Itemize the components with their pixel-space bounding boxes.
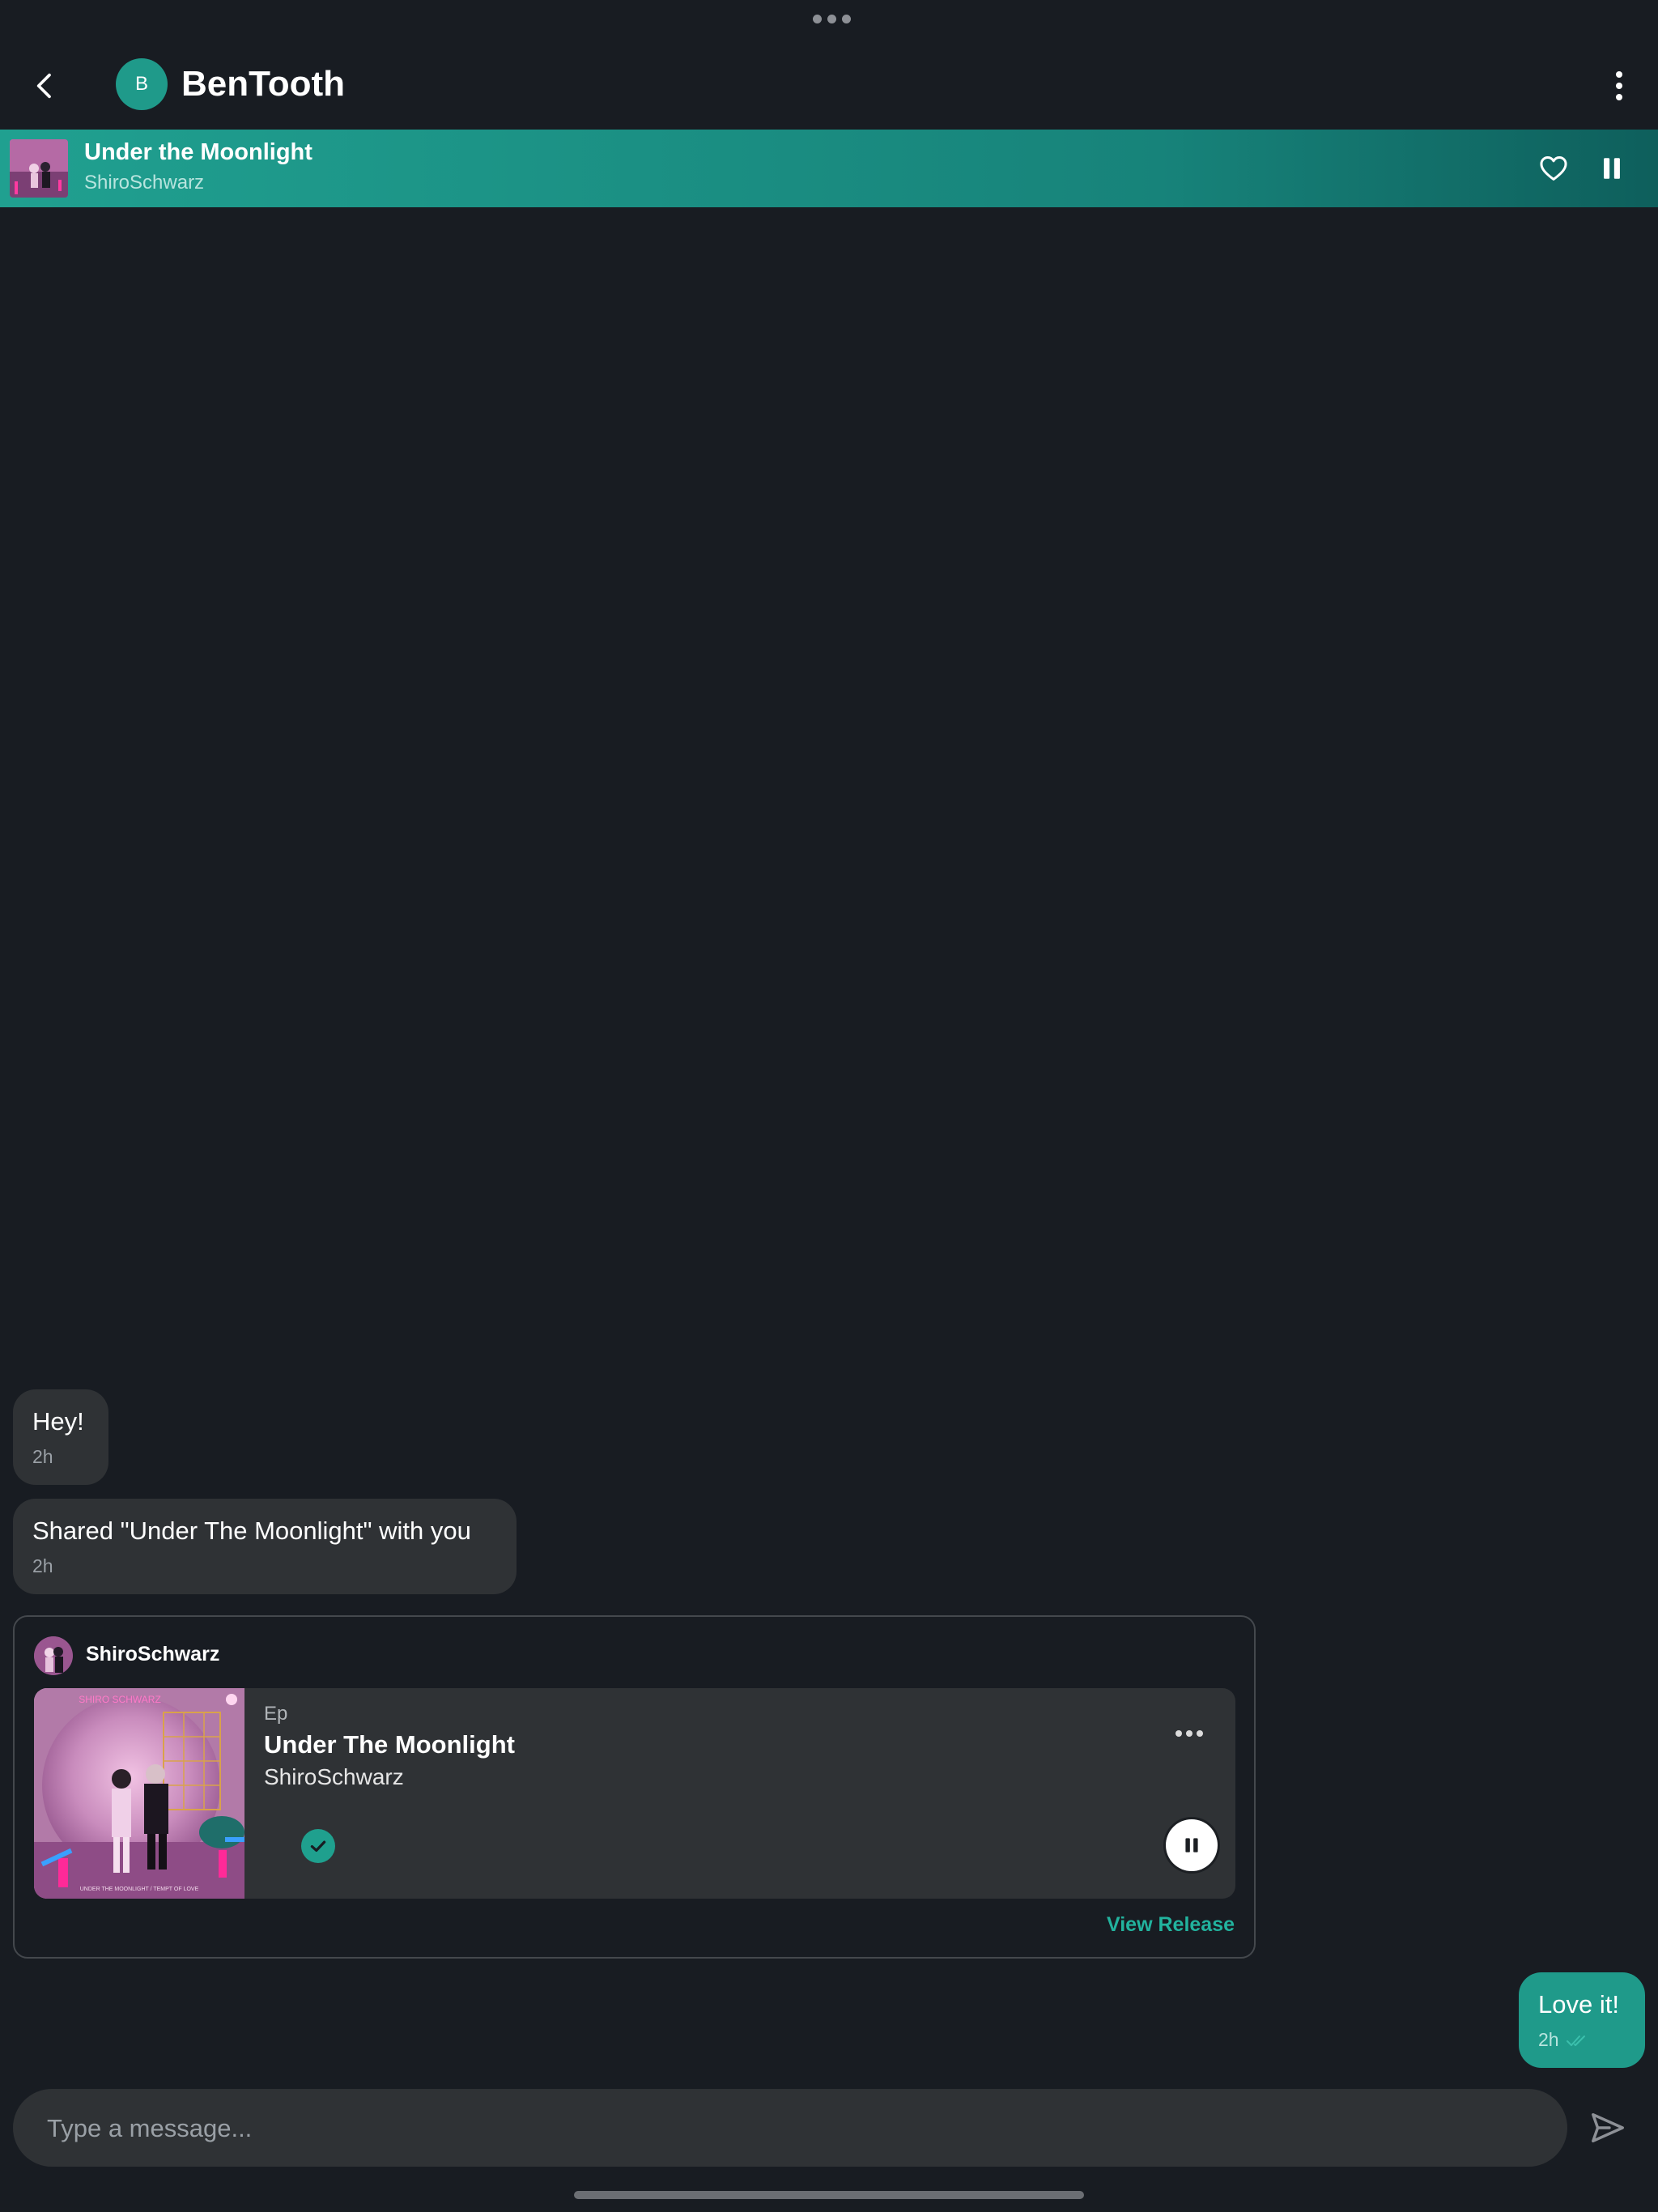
home-indicator[interactable]: [574, 2191, 1084, 2199]
message-time: 2h: [1538, 2029, 1559, 2050]
release-more-button[interactable]: [1175, 1730, 1203, 1737]
like-button[interactable]: [1533, 147, 1575, 189]
double-check-icon: [1566, 2035, 1585, 2046]
chat-header: B BenTooth: [0, 49, 1658, 121]
chevron-left-icon: [36, 73, 51, 99]
contact-name[interactable]: BenTooth: [181, 60, 345, 108]
contact-avatar[interactable]: B: [116, 58, 168, 110]
art-title-text: SHIRO SCHWARZ: [79, 1694, 161, 1705]
now-playing-title: Under the Moonlight: [84, 139, 312, 165]
pause-button[interactable]: [1591, 147, 1633, 189]
now-playing-bar[interactable]: Under the Moonlight ShiroSchwarz: [0, 130, 1658, 207]
back-button[interactable]: [23, 63, 68, 108]
chat-screen: B BenTooth Under the Moonlight ShiroSchw…: [0, 0, 1658, 2212]
sharer-avatar[interactable]: [34, 1636, 73, 1675]
message-bubble-incoming[interactable]: Shared "Under The Moonlight" with you 2h: [13, 1499, 517, 1594]
message-time-row: 2h: [1538, 2029, 1626, 2051]
pause-icon: [1185, 1838, 1198, 1853]
view-release-link[interactable]: View Release: [1107, 1913, 1235, 1937]
send-button[interactable]: [1585, 2105, 1630, 2150]
pause-icon: [1604, 158, 1620, 179]
heart-icon: [1540, 156, 1567, 181]
release-pause-button[interactable]: [1166, 1819, 1218, 1871]
message-time: 2h: [32, 1446, 53, 1467]
release-artwork[interactable]: SHIRO SCHWARZ UNDER THE MOONLIGHT / TEMP…: [34, 1688, 244, 1899]
shared-release-card[interactable]: ShiroSchwarz SHIRO SCHWARZ UNDER THE MOO…: [13, 1615, 1256, 1959]
message-input[interactable]: [45, 2089, 1538, 2168]
message-text: Shared "Under The Moonlight" with you: [32, 1516, 471, 1545]
message-time: 2h: [32, 1555, 53, 1576]
message-text: Hey!: [32, 1407, 84, 1436]
send-icon: [1592, 2112, 1624, 2143]
now-playing-artist: ShiroSchwarz: [84, 172, 205, 194]
release-artist[interactable]: ShiroSchwarz: [264, 1764, 404, 1790]
saved-check-button[interactable]: [301, 1829, 335, 1863]
message-text: Love it!: [1538, 1990, 1619, 2018]
release-tile[interactable]: SHIRO SCHWARZ UNDER THE MOONLIGHT / TEMP…: [34, 1688, 1235, 1899]
message-bubble-incoming[interactable]: Hey! 2h: [13, 1389, 108, 1485]
window-drag-handle[interactable]: [813, 15, 851, 23]
message-bubble-outgoing[interactable]: Love it! 2h: [1519, 1972, 1645, 2068]
art-subtitle-text: UNDER THE MOONLIGHT / TEMPT OF LOVE: [80, 1887, 199, 1892]
checkmark-icon: [310, 1840, 326, 1853]
release-type: Ep: [264, 1703, 288, 1725]
more-options-button[interactable]: [1596, 63, 1642, 108]
sharer-name[interactable]: ShiroSchwarz: [86, 1643, 219, 1666]
release-title[interactable]: Under The Moonlight: [264, 1730, 515, 1759]
message-composer[interactable]: [13, 2089, 1567, 2168]
now-playing-artwork: [10, 139, 68, 198]
